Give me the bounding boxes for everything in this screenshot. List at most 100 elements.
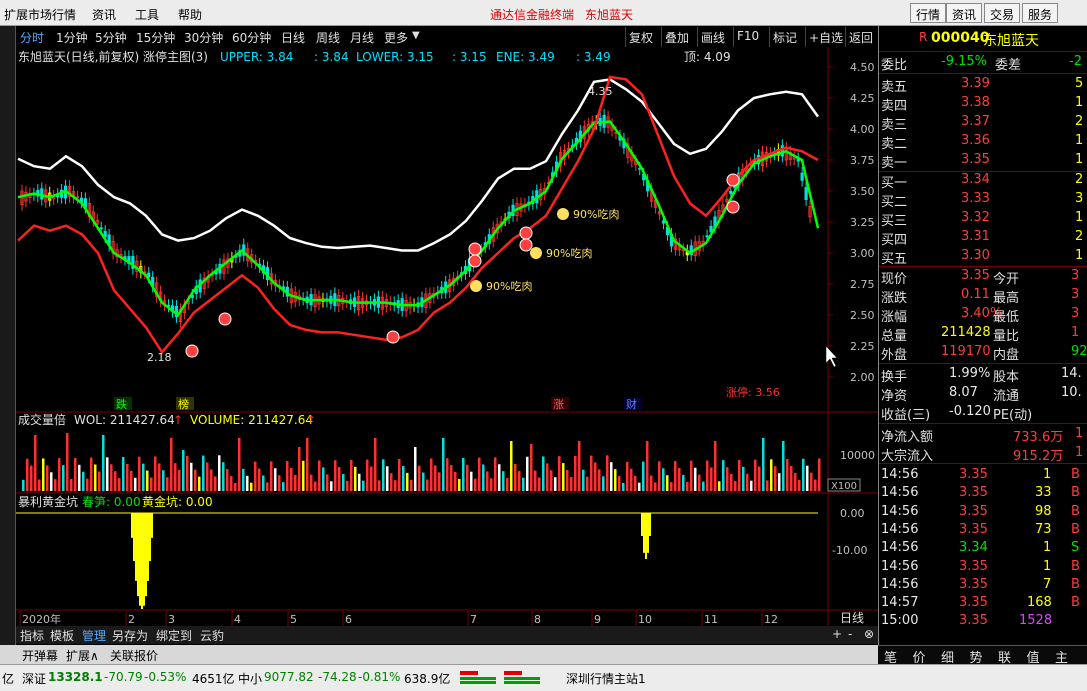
candle-body [729,190,733,195]
sell-level-row: 卖一 3.35 1 [879,152,1087,171]
tick-row: 14:56 3.35 73 B [879,522,1087,540]
market-breadth-icon [456,669,548,687]
volume-bar [182,450,185,491]
event-tag-list[interactable]: 榜 [178,397,189,411]
volume-bar [442,438,445,491]
weibi-label: 委比 [881,58,908,73]
tick-row: 14:56 3.35 98 B [879,504,1087,522]
buy-label: 买五 [881,252,908,267]
buy-level-row: 买一 3.34 2 [879,172,1087,191]
zoom-out-icon[interactable]: - [848,627,852,641]
tab-daily[interactable]: 日线 [281,29,305,46]
event-tag-down[interactable]: 跌 [116,397,127,411]
volume-bar [314,481,317,491]
tab-template[interactable]: 模板 [50,627,74,644]
volume-bar [614,469,617,491]
sell-level-row: 卖五 3.39 5 [879,76,1087,95]
y-tick-label: 3.00 [850,247,875,260]
tab-intraday[interactable]: 分时 [20,29,44,46]
volume-bar [578,441,581,491]
signal-ball-icon [386,330,400,344]
tab-monthly[interactable]: 月线 [350,29,374,46]
menu-item-news[interactable]: 资讯 [92,6,116,23]
service-button[interactable]: 服务 [1022,3,1059,23]
x-tick-label: 6 [345,613,352,626]
close-icon[interactable]: ⊗ [864,627,874,641]
add-favorite-button[interactable]: +自选 [805,27,846,47]
tick-price: 3.35 [959,595,988,611]
tab-more[interactable]: 更多 [384,29,408,46]
volume-bar [714,441,717,491]
volume-bar [618,476,621,491]
related-quote-button[interactable]: 关联报价 [110,647,158,664]
volume-bar [778,473,781,491]
tab-manage[interactable]: 管理 [82,627,106,644]
sell-label: 卖四 [881,99,908,114]
tab-5min[interactable]: 5分钟 [95,29,127,46]
buy-label: 买四 [881,233,908,248]
tab-bind-to[interactable]: 绑定到 [156,627,192,644]
buy-volume: 1 [1075,210,1084,225]
tab-30min[interactable]: 30分钟 [184,29,223,46]
volume-bar [362,480,365,491]
adjust-button[interactable]: 复权 [625,27,656,47]
indicator-tabs: 指标 模板 管理 另存为 绑定到 云豹 + - ⊗ [16,626,878,644]
tab-indicator[interactable]: 指标 [20,627,44,644]
tab-weekly[interactable]: 周线 [316,29,340,46]
stat-value-2: 3 [1071,306,1080,321]
flow-extra: 1 [1075,426,1084,441]
volume-bar [330,481,333,491]
volume-bar [390,473,393,491]
x-tick-label: 10 [638,613,652,626]
mark-button[interactable]: 标记 [769,27,800,47]
back-button[interactable]: 返回 [845,27,876,47]
draw-button[interactable]: 画线 [697,27,728,47]
event-tag-up[interactable]: 涨 [553,398,564,411]
tab-15min[interactable]: 15分钟 [136,29,175,46]
volume-bar [562,463,565,491]
candle-body [804,187,808,200]
volume-bar [294,474,297,491]
extend-button[interactable]: 扩展∧ [66,647,99,664]
tab-60min[interactable]: 60分钟 [232,29,271,46]
menu-item-help[interactable]: 帮助 [178,6,202,23]
menu-item-tools[interactable]: 工具 [135,6,159,23]
volume-bar [694,467,697,491]
tick-time: 14:56 [881,467,919,482]
x-tick-label: 4 [234,613,241,626]
volume-bar [94,464,97,491]
zoom-in-icon[interactable]: + [832,627,842,641]
stat-row: 外盘 119170 内盘 92 [879,344,1087,363]
low-mark: 2.18 [147,351,172,364]
menu-item-extended-market[interactable]: 扩展市场行情 [4,6,76,23]
volume-bar [46,465,49,491]
event-tag-finance[interactable]: 财 [626,397,637,411]
volume-bar [750,480,753,491]
station-label: 深圳行情主站1 [566,672,646,686]
tab-1min[interactable]: 1分钟 [56,29,88,46]
sell-label: 卖二 [881,137,908,152]
volume-bar [398,459,401,491]
more-dropdown-icon[interactable]: ▼ [412,30,420,41]
flow-value: 733.6万 [1013,430,1064,445]
volume-bar [470,471,473,491]
volume-bar [206,462,209,491]
volume-bar [766,480,769,491]
trade-button[interactable]: 交易 [984,3,1021,23]
volume-bar [710,467,713,491]
volume-bar [550,470,553,491]
f10-button[interactable]: F10 [733,27,762,47]
stat-label: 涨幅 [881,310,908,325]
volume-bar [218,455,221,491]
volume-scale[interactable]: X100 [831,481,857,492]
toggle-danmaku-button[interactable]: 开弹幕 [22,647,58,664]
quote-button[interactable]: 行情 [910,3,947,23]
stat-value: 3.35 [961,268,990,283]
stat-value: -0.120 [949,404,991,419]
volume-bar [514,463,517,491]
tab-save-as[interactable]: 另存为 [112,627,148,644]
tab-yunbao[interactable]: 云豹 [200,627,224,644]
overlay-button[interactable]: 叠加 [661,27,692,47]
stat-value-2: 10. [1061,385,1082,400]
news-button[interactable]: 资讯 [946,3,983,23]
